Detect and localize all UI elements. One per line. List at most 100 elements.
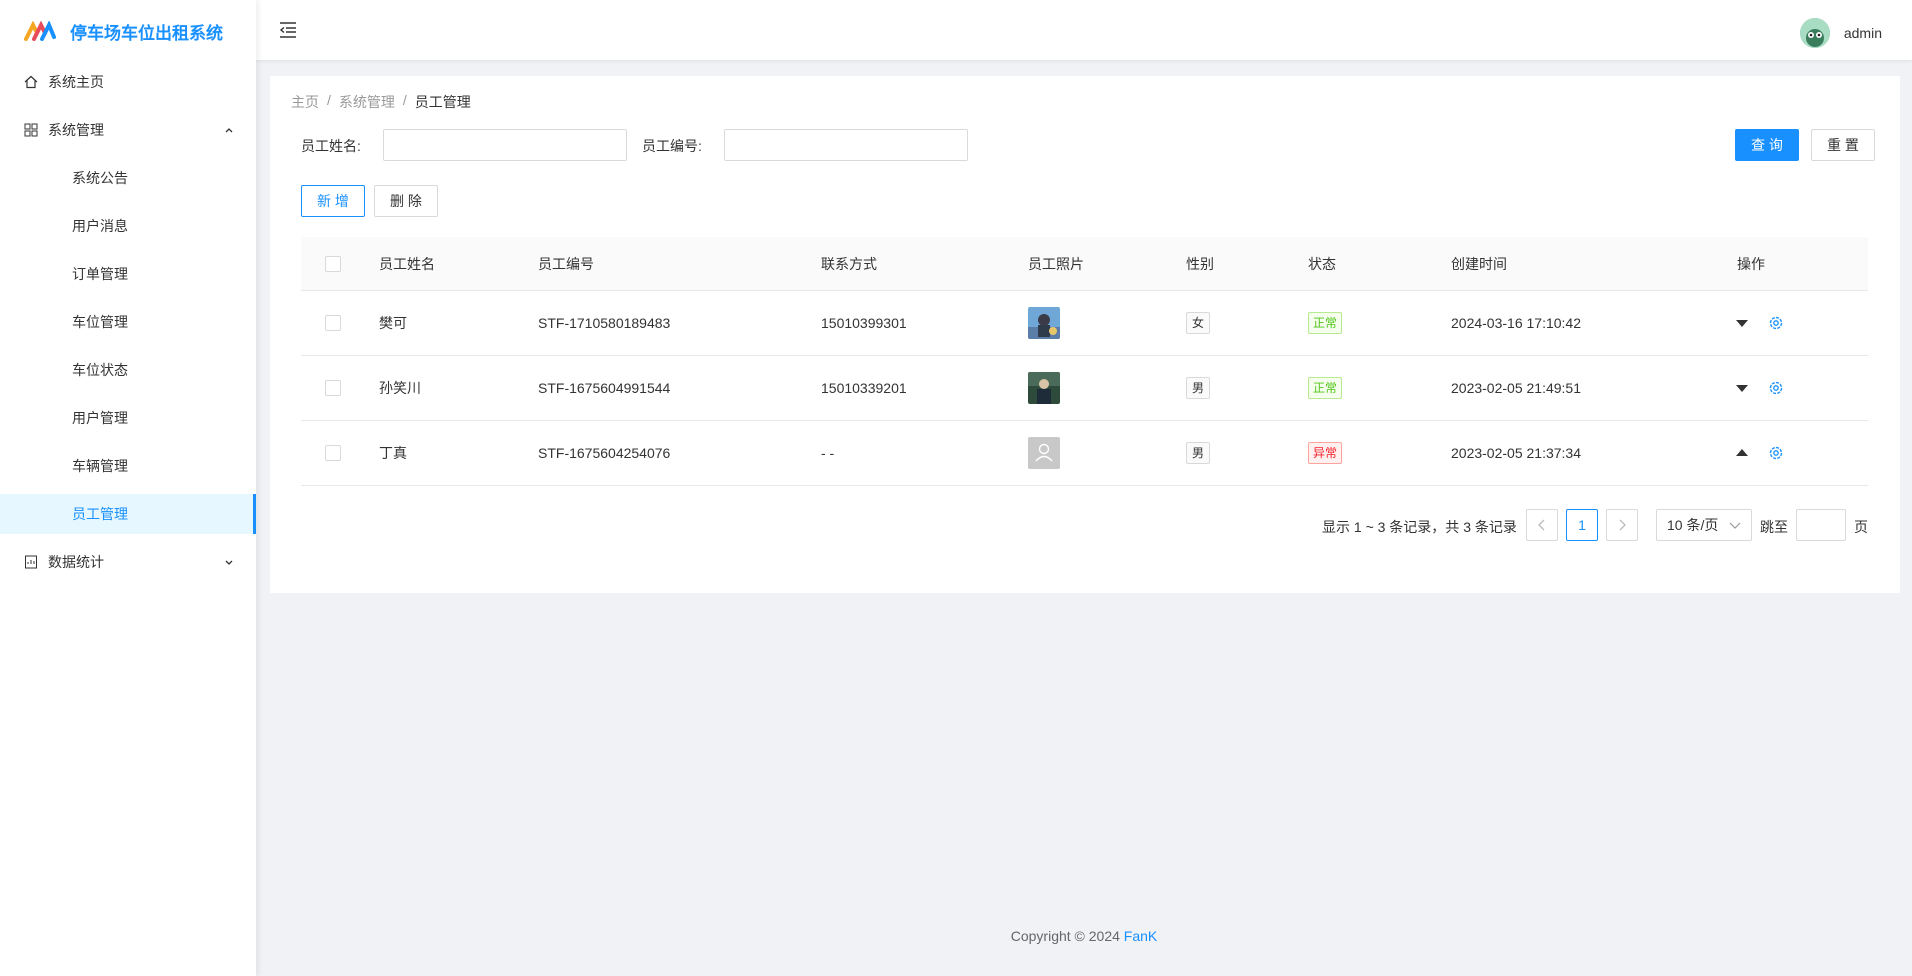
staff-name-input[interactable] (383, 129, 627, 161)
col-name: 员工姓名 (379, 255, 435, 272)
sidebar-item-home[interactable]: 系统主页 (0, 62, 256, 102)
status-badge: 正常 (1308, 377, 1343, 399)
col-created: 创建时间 (1451, 255, 1507, 272)
sidebar-item-label: 系统管理 (48, 122, 104, 138)
menu-fold-icon[interactable] (278, 20, 298, 40)
caret-up-icon[interactable] (1735, 447, 1749, 459)
cell-phone: - - (821, 445, 835, 461)
caret-down-icon[interactable] (1735, 317, 1749, 329)
avatar-placeholder-icon (1028, 437, 1060, 472)
sidebar-item-system[interactable]: 系统管理 (0, 110, 256, 150)
col-status: 状态 (1308, 255, 1336, 272)
user-name: admin (1843, 25, 1882, 41)
gender-tag: 男 (1186, 442, 1211, 464)
table-row: 孙笑川 STF-1675604991544 15010339201 男 正常 2… (301, 356, 1868, 421)
cell-phone: 15010399301 (821, 315, 907, 331)
staff-photo[interactable] (1028, 307, 1060, 342)
sidebar-item-spaces[interactable]: 车位管理 (0, 302, 256, 342)
home-icon (24, 75, 38, 89)
next-page-button[interactable] (1606, 509, 1638, 541)
cell-no: STF-1675604991544 (538, 380, 671, 396)
staff-no-input[interactable] (724, 129, 968, 161)
col-gender: 性别 (1186, 255, 1214, 272)
col-actions: 操作 (1737, 255, 1765, 272)
page-number-button[interactable]: 1 (1566, 509, 1598, 541)
report-icon (24, 555, 38, 569)
gender-tag: 女 (1186, 312, 1211, 334)
status-badge: 正常 (1308, 312, 1343, 334)
col-phone: 联系方式 (821, 255, 877, 272)
breadcrumb-separator: / (402, 92, 407, 108)
sidebar-item-users[interactable]: 用户管理 (0, 398, 256, 438)
cell-phone: 15010339201 (821, 380, 907, 396)
breadcrumb-home[interactable]: 主页 (291, 92, 319, 112)
row-checkbox[interactable] (325, 380, 341, 396)
breadcrumb: 主页 / 系统管理 / 员工管理 (291, 92, 471, 112)
sidebar-item-orders[interactable]: 订单管理 (0, 254, 256, 294)
cell-created: 2023-02-05 21:37:34 (1451, 445, 1581, 461)
staff-photo[interactable] (1028, 372, 1060, 407)
author-link[interactable]: FanK (1124, 928, 1157, 944)
cell-no: STF-1710580189483 (538, 315, 671, 331)
footer: Copyright © 2024 FanK (256, 928, 1912, 944)
jump-page-input[interactable] (1796, 509, 1846, 541)
chevron-down-icon (1729, 522, 1741, 529)
gear-icon[interactable] (1768, 315, 1784, 331)
chevron-up-icon (225, 128, 233, 133)
breadcrumb-separator: / (327, 92, 331, 108)
sidebar-item-messages[interactable]: 用户消息 (0, 206, 256, 246)
prev-page-button[interactable] (1526, 509, 1558, 541)
sidebar-item-label: 数据统计 (48, 554, 104, 570)
cell-name: 丁真 (379, 445, 407, 461)
sidebar-item-notice[interactable]: 系统公告 (0, 158, 256, 198)
page-size-value: 10 条/页 (1667, 517, 1719, 533)
breadcrumb-system[interactable]: 系统管理 (339, 92, 395, 112)
caret-down-icon[interactable] (1735, 382, 1749, 394)
chevron-down-icon (225, 560, 233, 565)
table-row: 樊可 STF-1710580189483 15010399301 女 正常 20… (301, 291, 1868, 356)
sidebar-item-stats[interactable]: 数据统计 (0, 542, 256, 582)
cell-created: 2024-03-16 17:10:42 (1451, 315, 1581, 331)
table-header: 员工姓名 员工编号 联系方式 员工照片 性别 状态 创建时间 操作 (301, 237, 1868, 291)
breadcrumb-current: 员工管理 (414, 94, 471, 110)
copyright-text: Copyright © 2024 (1010, 928, 1124, 944)
cell-no: STF-1675604254076 (538, 445, 671, 461)
staff-name-label: 员工姓名: (301, 138, 361, 154)
sidebar-item-vehicles[interactable]: 车辆管理 (0, 446, 256, 486)
delete-button[interactable]: 删 除 (374, 185, 438, 217)
chevron-left-icon (1538, 519, 1545, 531)
pagination-summary: 显示 1 ~ 3 条记录，共 3 条记录 (1322, 519, 1517, 535)
gear-icon[interactable] (1768, 380, 1784, 396)
col-photo: 员工照片 (1028, 255, 1084, 272)
query-button[interactable]: 查 询 (1735, 129, 1799, 161)
cell-name: 孙笑川 (379, 380, 421, 396)
select-all-checkbox[interactable] (325, 256, 341, 272)
brand-logo-icon (24, 21, 56, 41)
brand-title: 停车场车位出租系统 (70, 23, 223, 43)
sidebar-item-space-status[interactable]: 车位状态 (0, 350, 256, 390)
page-size-select[interactable]: 10 条/页 (1656, 509, 1752, 541)
reset-button[interactable]: 重 置 (1811, 129, 1875, 161)
staff-no-label: 员工编号: (642, 138, 702, 154)
user-menu[interactable]: admin (1799, 18, 1882, 48)
row-checkbox[interactable] (325, 445, 341, 461)
gender-tag: 男 (1186, 377, 1211, 399)
chevron-right-icon (1619, 519, 1626, 531)
main-card: 主页 / 系统管理 / 员工管理 员工姓名: 员工编号: 查 询 重 置 新 增… (270, 76, 1900, 593)
cell-created: 2023-02-05 21:49:51 (1451, 380, 1581, 396)
jump-label: 跳至 (1760, 519, 1788, 535)
sidebar: 停车场车位出租系统 系统主页 系统管理 系统公告 用户消息 订单管理 车位管理 … (0, 0, 256, 976)
col-no: 员工编号 (538, 255, 594, 272)
brand: 停车场车位出租系统 (0, 0, 256, 62)
table-row: 丁真 STF-1675604254076 - - 男 异常 2023-02-05… (301, 421, 1868, 486)
staff-table: 员工姓名 员工编号 联系方式 员工照片 性别 状态 创建时间 操作 樊可 STF… (301, 237, 1868, 486)
cell-name: 樊可 (379, 315, 407, 331)
sidebar-menu: 系统主页 系统管理 系统公告 用户消息 订单管理 车位管理 车位状态 用户管理 … (0, 62, 256, 582)
add-button[interactable]: 新 增 (301, 185, 365, 217)
grid-icon (24, 123, 38, 137)
row-checkbox[interactable] (325, 315, 341, 331)
gear-icon[interactable] (1768, 445, 1784, 461)
sidebar-item-staff[interactable]: 员工管理 (0, 494, 256, 534)
sidebar-item-label: 系统主页 (48, 74, 104, 90)
status-badge: 异常 (1308, 442, 1343, 464)
